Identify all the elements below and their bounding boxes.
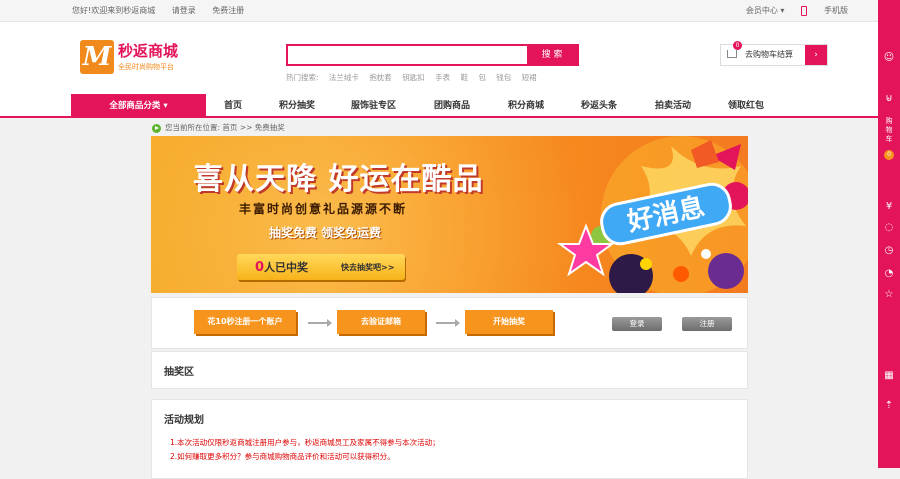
history-icon[interactable]: ◷ [883,245,895,257]
search-input[interactable] [288,46,528,64]
rules-list: 1.本次活动仅限秒返商城注册用户参与，秒返商城员工及家属不得参与本次活动； 2.… [170,436,440,464]
lottery-steps: 花10秒注册一个账户 去验证邮箱 开始抽奖 登录 注册 [151,297,748,349]
rule-item: 2.如何赚取更多积分？参与商城购物商品评价和活动可以获得积分。 [170,452,395,461]
winner-count: 0 [255,260,265,275]
cart-icon [727,50,737,58]
header: M 秒返商城 全民时尚购物平台 搜 索 热门搜索: 法兰绒卡 抱枕套 钥匙扣 手… [0,22,878,94]
step-verify-email[interactable]: 去验证邮箱 [337,310,425,334]
lottery-area: 抽奖区 [151,351,748,389]
all-categories-button[interactable]: 全部商品分类 ▾ [71,94,206,118]
nav-item-group-buy[interactable]: 团购商品 [434,94,470,118]
nav-item-auction[interactable]: 拍卖活动 [655,94,691,118]
hot-item[interactable]: 钥匙扣 [402,73,425,82]
register-button[interactable]: 注册 [682,317,732,331]
top-bar: 您好!欢迎来到秒返商城 请登录 免费注册 会员中心 ▾ 手机版 [0,0,900,22]
back-to-top-icon[interactable]: ⇡ [883,400,895,412]
qrcode-icon[interactable]: ▦ [883,370,895,382]
lottery-area-title: 抽奖区 [164,367,194,378]
activity-plan-title: 活动规划 [164,415,204,426]
nav-item-apparel[interactable]: 服饰驻专区 [351,94,396,118]
nav-item-headlines[interactable]: 秒返头条 [581,94,617,118]
sidebar-cart-label[interactable]: 购物车 [884,117,894,144]
logo-slogan: 全民时尚购物平台 [118,63,174,71]
nav-item-home[interactable]: 首页 [224,94,242,118]
register-link[interactable]: 免费注册 [212,6,244,15]
arrow-right-icon [308,319,332,327]
cart-icon[interactable]: ⊌ [883,93,895,105]
mobile-link[interactable]: 手机版 [801,5,848,16]
hot-item[interactable]: 钱包 [496,73,511,82]
login-link[interactable]: 请登录 [172,6,196,15]
banner-headline: 喜从天降 好运在酷品 [193,162,484,197]
yen-icon[interactable]: ¥ [883,201,895,213]
cart-label: 去购物车结算 [745,50,793,59]
cart-count-badge: 0 [733,41,742,50]
right-sidebar: ☺ ⊌ 购物车 0 ¥ ◌ ◷ ◔ ☆ ▦ ⇡ [878,0,900,468]
search-button[interactable]: 搜 索 [527,46,577,64]
step-start-lottery[interactable]: 开始抽奖 [465,310,553,334]
cart-button[interactable]: 0 去购物车结算 › [720,41,828,66]
welcome-text: 您好!欢迎来到秒返商城 [72,6,156,15]
chevron-right-icon: › [805,45,827,65]
hot-item[interactable]: 法兰绒卡 [329,73,359,82]
banner-tags: 抽奖免费 领奖免运费 [269,226,382,240]
user-icon[interactable]: ☺ [883,52,895,64]
hot-searches: 热门搜索: 法兰绒卡 抱枕套 钥匙扣 手表 鞋 包 钱包 短裙 [286,72,545,83]
hot-item[interactable]: 包 [478,73,486,82]
lottery-banner: 喜从天降 好运在酷品 丰富时尚创意礼品源源不断 抽奖免费 领奖免运费 0人已中奖… [151,136,748,293]
go-lottery-link[interactable]: 快去抽奖吧>> [341,262,394,273]
nav-item-red-packet[interactable]: 领取红包 [728,94,764,118]
search-box: 搜 索 [286,44,579,66]
phone-icon [801,5,807,16]
good-news-illustration: 好消息 [556,136,748,293]
star-icon[interactable]: ☆ [883,289,895,301]
logo-name: 秒返商城 [118,42,179,60]
nav-item-points-mall[interactable]: 积分商城 [508,94,544,118]
breadcrumb-current: 免费抽奖 [254,123,285,132]
logo-mark: M [80,40,114,74]
login-button[interactable]: 登录 [612,317,662,331]
nav-item-points-lottery[interactable]: 积分抽奖 [279,94,315,118]
banner-subline: 丰富时尚创意礼品源源不断 [239,202,408,216]
member-center-link[interactable]: 会员中心 ▾ [732,6,785,15]
step-register[interactable]: 花10秒注册一个账户 [194,310,296,334]
sidebar-cart-count: 0 [884,150,894,160]
breadcrumb: 您当前所在位置: 首页 >> 免费抽奖 [152,122,285,134]
message-icon[interactable]: ◌ [883,222,895,234]
main-nav: 全部商品分类 ▾ 首页 积分抽奖 服饰驻专区 团购商品 积分商城 秒返头条 拍卖… [0,94,878,118]
hot-item[interactable]: 短裙 [522,73,537,82]
hot-label: 热门搜索: [286,73,319,82]
arrow-right-icon [436,319,460,327]
play-icon [152,123,161,133]
activity-plan: 活动规划 1.本次活动仅限秒返商城注册用户参与，秒返商城员工及家属不得参与本次活… [151,399,748,479]
winner-ribbon: 0人已中奖 快去抽奖吧>> [237,254,405,280]
breadcrumb-home[interactable]: 首页 [222,123,237,132]
clock-icon[interactable]: ◔ [883,268,895,280]
hot-item[interactable]: 鞋 [460,73,468,82]
hot-item[interactable]: 手表 [435,73,450,82]
logo[interactable]: M 秒返商城 全民时尚购物平台 [80,40,188,76]
rule-item: 1.本次活动仅限秒返商城注册用户参与，秒返商城员工及家属不得参与本次活动； [170,438,440,447]
hot-item[interactable]: 抱枕套 [369,73,392,82]
